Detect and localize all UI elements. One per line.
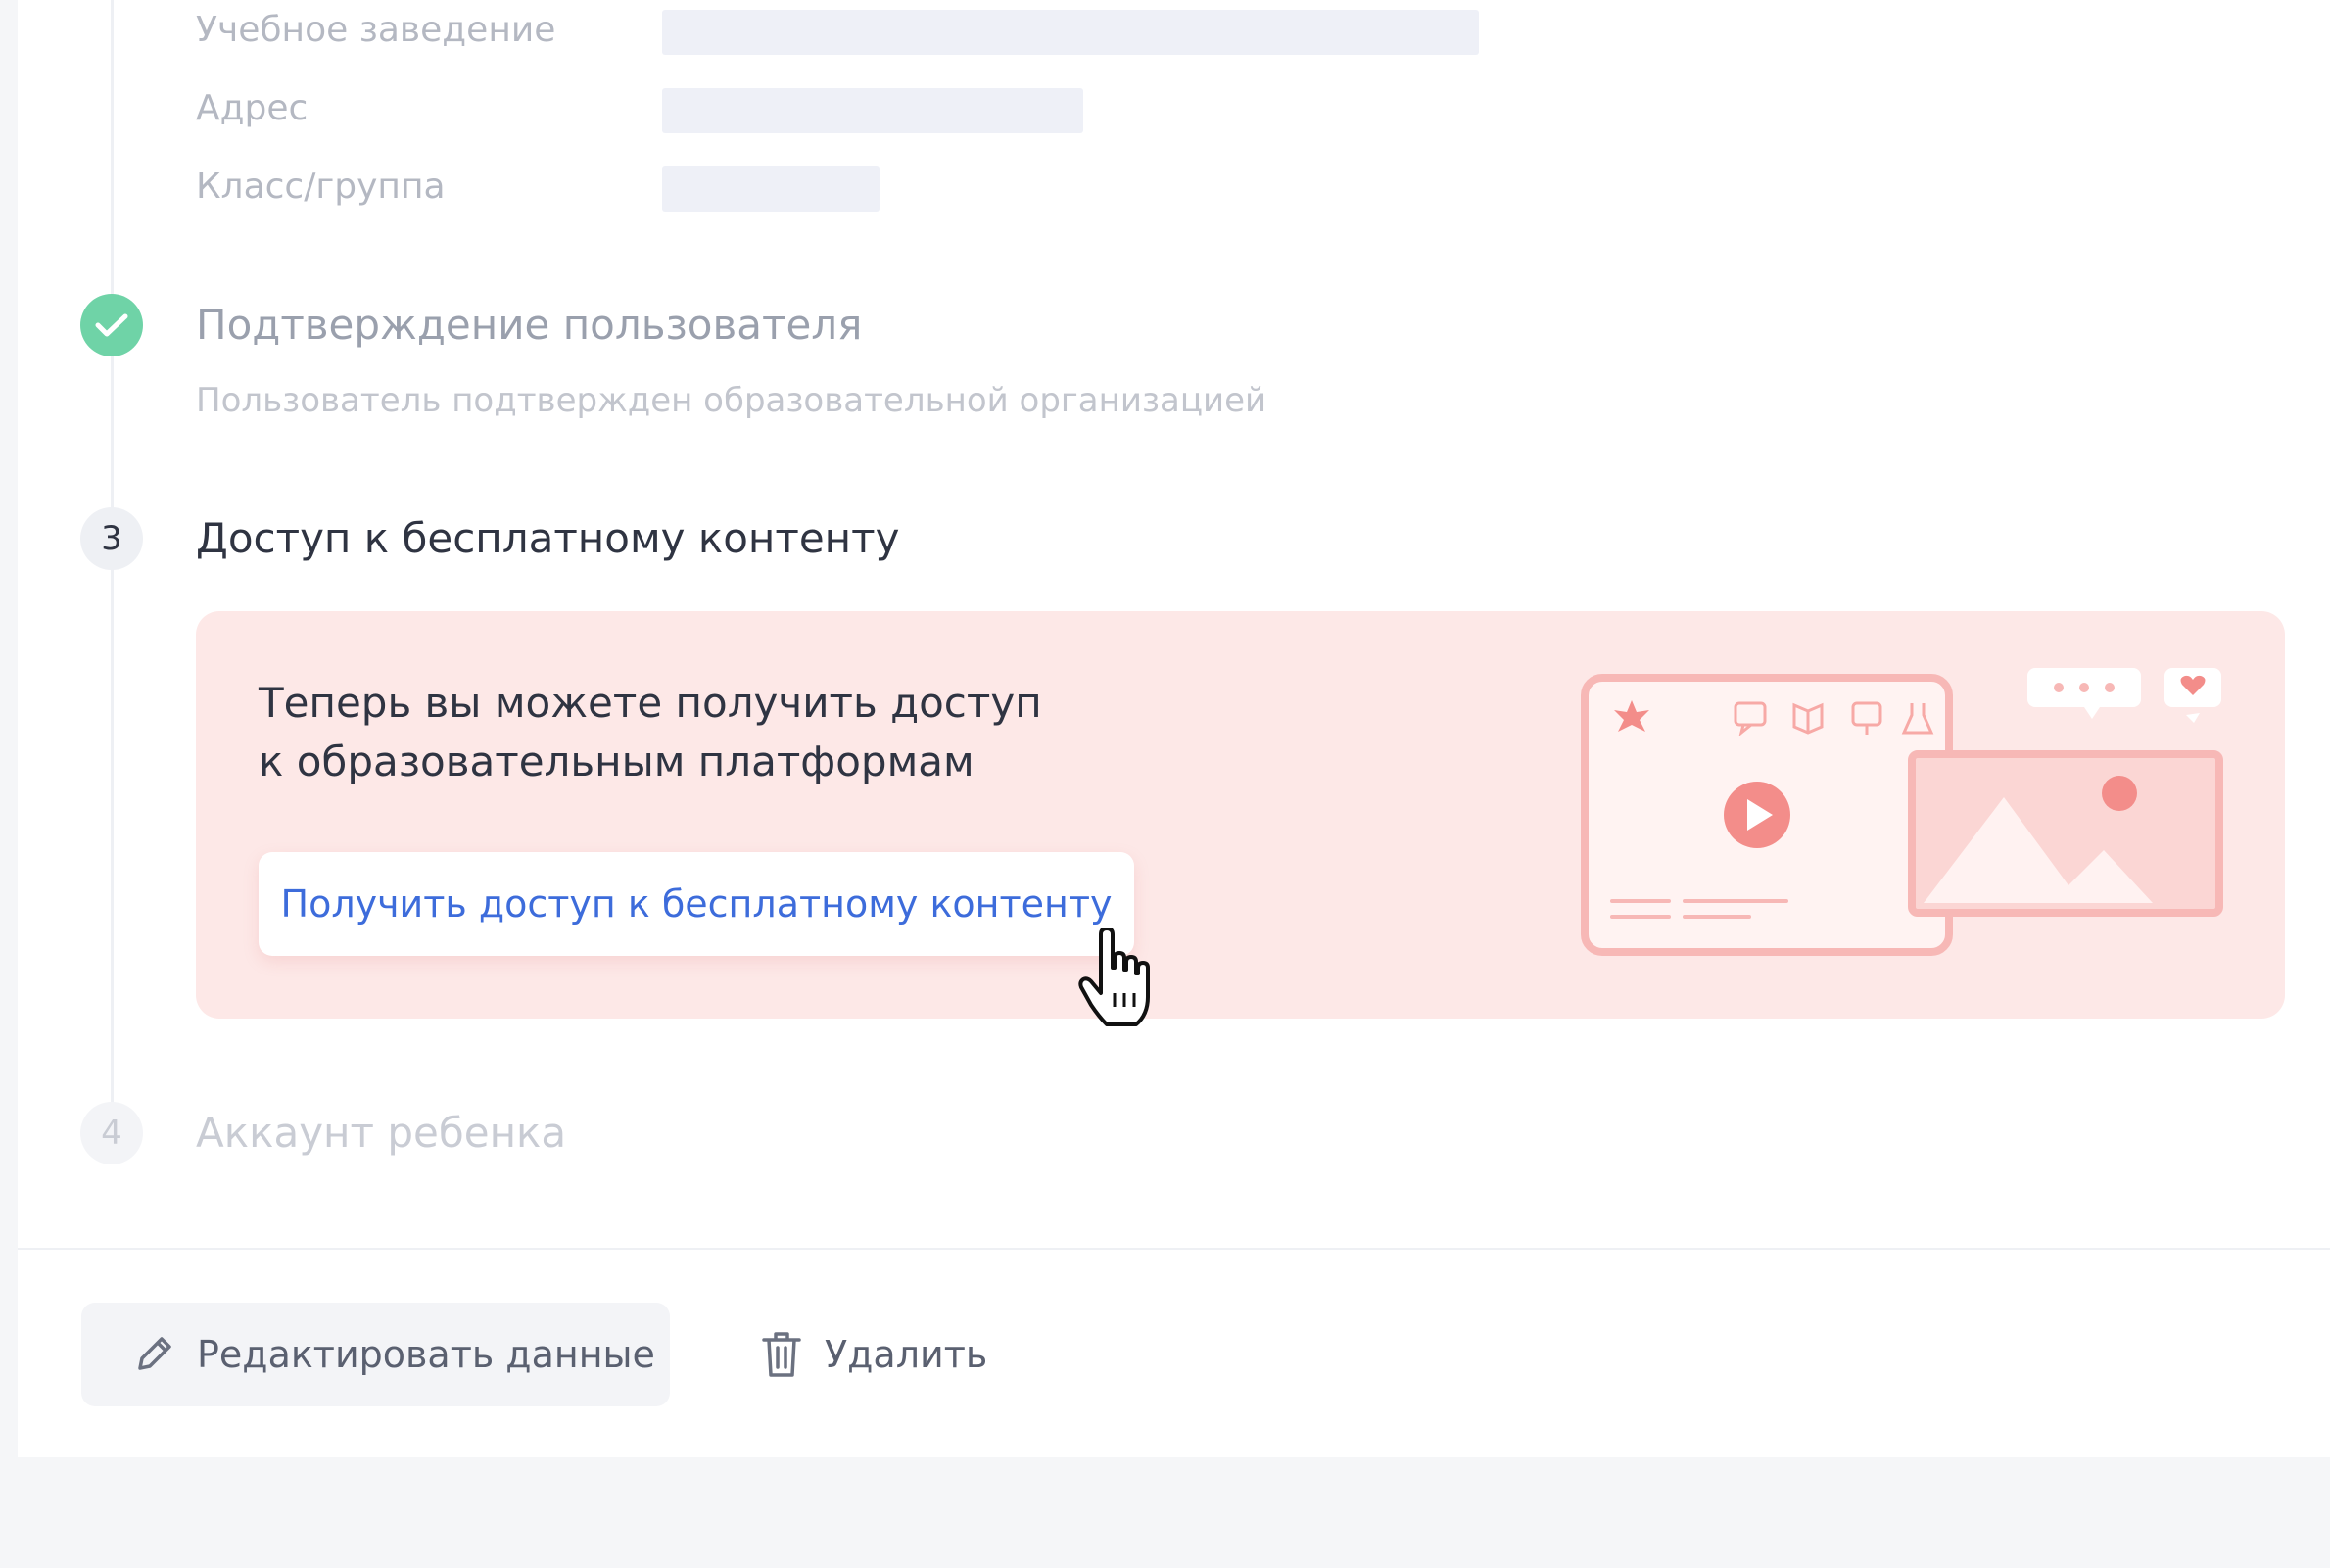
step-free-content-title: Доступ к бесплатному контенту — [196, 514, 900, 562]
info-label-school: Учебное заведение — [196, 10, 556, 50]
step-confirmation-title: Подтверждение пользователя — [196, 301, 863, 349]
check-icon — [95, 313, 128, 337]
info-label-class: Класс/группа — [196, 166, 446, 207]
step-confirmation-check — [80, 294, 143, 356]
edit-data-button[interactable]: Редактировать данные — [81, 1303, 670, 1406]
trash-icon — [762, 1332, 801, 1377]
get-free-content-button[interactable]: Получить доступ к бесплатному контенту — [259, 852, 1134, 956]
timeline-line — [111, 0, 114, 1161]
delete-button[interactable]: Удалить — [760, 1303, 987, 1406]
step-child-account-title: Аккаунт ребенка — [196, 1109, 567, 1157]
promo-text-line-2: к образовательным платформам — [259, 737, 975, 785]
info-value-address-placeholder — [662, 88, 1083, 133]
delete-label: Удалить — [825, 1333, 988, 1376]
info-label-address: Адрес — [196, 88, 309, 128]
info-value-school-placeholder — [662, 10, 1479, 55]
info-value-class-placeholder — [662, 166, 880, 212]
free-content-promo-card: Теперь вы можете получить доступ к образ… — [196, 611, 2285, 1019]
divider — [18, 1248, 2330, 1250]
step-number-3: 3 — [80, 507, 143, 570]
profile-page: Учебное заведение Адрес Класс/группа Под… — [18, 0, 2330, 1457]
promo-text-line-1: Теперь вы можете получить доступ — [259, 679, 1042, 727]
promo-text: Теперь вы можете получить доступ к образ… — [259, 674, 1042, 791]
hand-pointer-cursor-icon — [1078, 928, 1150, 1026]
step-confirmation-subtitle: Пользователь подтвержден образовательной… — [196, 381, 1267, 420]
pencil-icon — [138, 1337, 171, 1370]
edit-data-label: Редактировать данные — [197, 1333, 655, 1376]
step-number-4: 4 — [80, 1102, 143, 1164]
video-player-illustration — [1581, 668, 2223, 956]
